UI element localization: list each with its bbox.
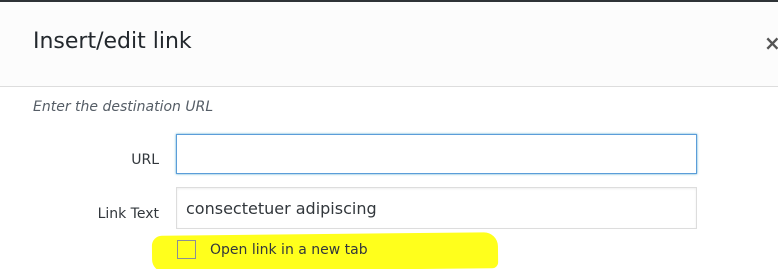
close-icon[interactable]: × [764, 32, 778, 54]
instructions-text: Enter the destination URL [33, 99, 214, 115]
link-text-input[interactable] [176, 187, 697, 229]
dialog-header: Insert/edit link × [0, 2, 778, 87]
link-text-label: Link Text [97, 206, 159, 222]
dialog-title: Insert/edit link [33, 29, 192, 54]
url-input[interactable] [176, 134, 697, 174]
insert-link-dialog: Insert/edit link × Enter the destination… [0, 0, 778, 269]
url-label: URL [131, 152, 159, 168]
new-tab-checkbox[interactable] [177, 240, 196, 259]
new-tab-label[interactable]: Open link in a new tab [210, 241, 368, 259]
